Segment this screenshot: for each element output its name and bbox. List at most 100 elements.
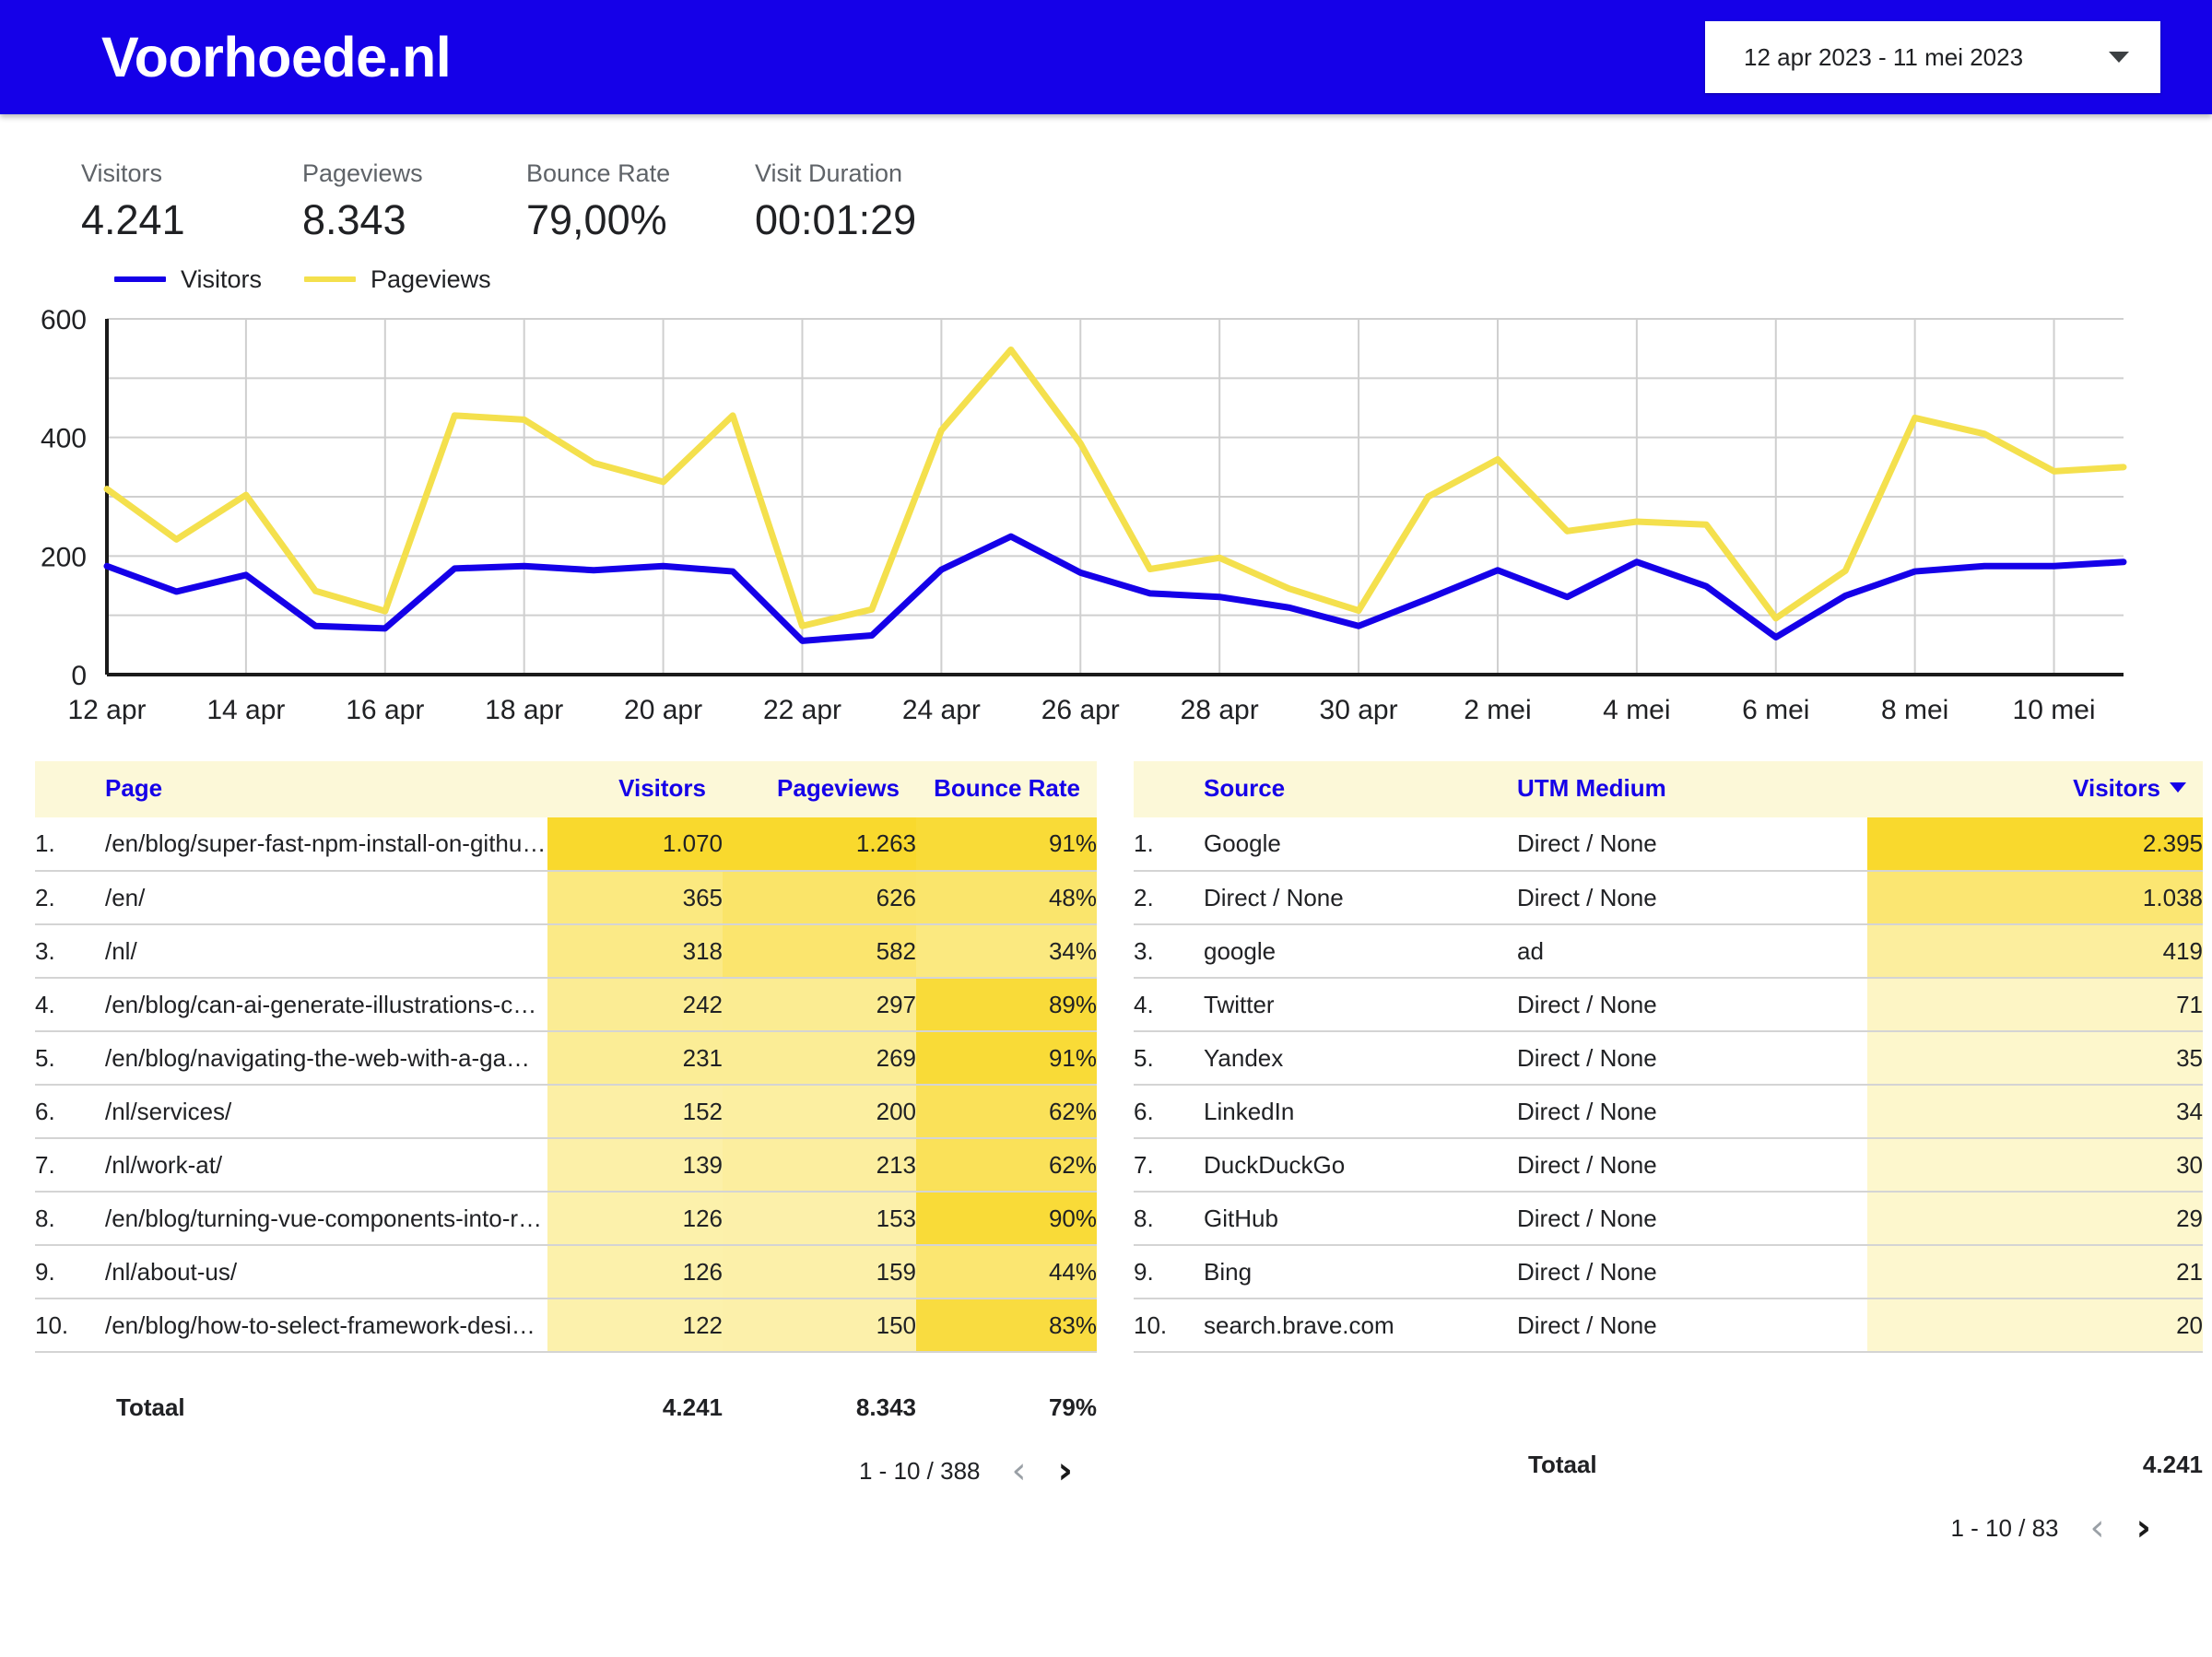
pages-total-label: Totaal	[116, 1393, 185, 1421]
chevron-down-icon	[2109, 52, 2129, 63]
table-row[interactable]: 8./en/blog/turning-vue-components-into-r…	[35, 1191, 1097, 1246]
pages-totals-row: Totaal 4.241 8.343 79%	[35, 1384, 1097, 1430]
table-row[interactable]: 3./nl/318 582 34%	[35, 923, 1097, 979]
row-page[interactable]: /nl/about-us/	[105, 1244, 547, 1299]
row-page[interactable]: /en/blog/navigating-the-web-with-a-game.…	[105, 1030, 547, 1086]
table-row[interactable]: 5. Yandex Direct / None 35	[1134, 1030, 2203, 1086]
row-visitors: 126	[547, 1191, 723, 1246]
y-axis-tick-label: 600	[41, 306, 87, 335]
row-bounce-rate: 62%	[916, 1084, 1097, 1139]
table-row[interactable]: 9. Bing Direct / None 21	[1134, 1244, 2203, 1299]
chevron-left-icon[interactable]: ‹	[1012, 1452, 1027, 1489]
sources-col-index	[1134, 761, 1204, 818]
row-source[interactable]: Yandex	[1204, 1030, 1517, 1086]
x-axis-tick-label: 2 mei	[1464, 695, 1531, 725]
scorecard-label: Visitors	[81, 159, 163, 187]
sources-col-source[interactable]: Source	[1204, 761, 1517, 818]
sources-col-visitors[interactable]: Visitors	[1867, 761, 2203, 818]
row-page[interactable]: /en/blog/can-ai-generate-illustrations-c…	[105, 977, 547, 1032]
chevron-right-icon[interactable]: ›	[1058, 1452, 1073, 1489]
y-axis-tick-label: 0	[71, 661, 87, 691]
scorecard-value: 8.343	[302, 195, 406, 243]
pages-col-bounce-rate[interactable]: Bounce Rate	[916, 761, 1097, 818]
legend-item-visitors[interactable]: Visitors	[114, 265, 262, 294]
reports-area: Page Visitors Pageviews Bounce Rate 1. /e…	[0, 761, 2212, 1546]
row-utm-medium: Direct / None	[1517, 977, 1867, 1032]
row-pageviews: 159	[723, 1244, 916, 1299]
x-axis-tick-label: 6 mei	[1742, 695, 1809, 725]
row-index: 3.	[1134, 923, 1204, 979]
row-visitors: 21	[1867, 1244, 2203, 1299]
row-bounce-rate: 91%	[916, 1030, 1097, 1086]
row-page[interactable]: /nl/services/	[105, 1084, 547, 1139]
table-row[interactable]: 2. Direct / None Direct / None 1.038	[1134, 870, 2203, 925]
x-axis-tick-label: 20 apr	[624, 695, 702, 725]
row-page[interactable]: /en/blog/how-to-select-framework-design.…	[105, 1298, 547, 1354]
row-page[interactable]: /nl/	[105, 923, 547, 979]
row-source[interactable]: google	[1204, 923, 1517, 979]
row-page[interactable]: /en/blog/super-fast-npm-install-on-githu…	[105, 817, 547, 871]
pages-col-visitors[interactable]: Visitors	[547, 761, 723, 818]
row-index: 4.	[35, 977, 105, 1032]
table-row[interactable]: 3. google ad 419	[1134, 923, 2203, 979]
x-axis-tick-label: 10 mei	[2013, 695, 2096, 725]
x-axis-tick-label: 24 apr	[902, 695, 981, 725]
row-bounce-rate: 83%	[916, 1298, 1097, 1354]
sort-descending-icon	[2170, 782, 2186, 793]
pages-pager-label: 1 - 10 / 388	[858, 1456, 981, 1485]
row-index: 10.	[1134, 1298, 1204, 1354]
table-row[interactable]: 6./nl/services/152 200 62%	[35, 1084, 1097, 1139]
x-axis-tick-label: 26 apr	[1041, 695, 1120, 725]
table-row[interactable]: 1. Google Direct / None 2.395	[1134, 817, 2203, 872]
sources-col-utm-medium[interactable]: UTM Medium	[1517, 761, 1867, 818]
row-source[interactable]: LinkedIn	[1204, 1084, 1517, 1139]
sources-total-visitors: 4.241	[2142, 1450, 2203, 1478]
table-row[interactable]: 10. search.brave.com Direct / None 20	[1134, 1298, 2203, 1354]
pages-col-page[interactable]: Page	[105, 761, 547, 818]
row-bounce-rate: 91%	[916, 817, 1097, 872]
row-source[interactable]: Bing	[1204, 1244, 1517, 1299]
row-index: 7.	[35, 1137, 105, 1193]
legend-item-pageviews[interactable]: Pageviews	[304, 265, 491, 294]
row-source[interactable]: search.brave.com	[1204, 1298, 1517, 1354]
table-row[interactable]: 7./nl/work-at/139 213 62%	[35, 1137, 1097, 1193]
chevron-right-icon[interactable]: ›	[2136, 1510, 2151, 1546]
row-visitors: 20	[1867, 1298, 2203, 1354]
row-source[interactable]: Direct / None	[1204, 870, 1517, 925]
row-bounce-rate: 90%	[916, 1191, 1097, 1246]
row-index: 1.	[35, 829, 55, 858]
row-index: 2.	[35, 870, 105, 925]
row-page[interactable]: /nl/work-at/	[105, 1137, 547, 1193]
table-row[interactable]: 4./en/blog/can-ai-generate-illustrations…	[35, 977, 1097, 1032]
pages-col-pageviews[interactable]: Pageviews	[723, 761, 916, 818]
pages-total-pageviews: 8.343	[855, 1393, 916, 1421]
row-page[interactable]: /en/	[105, 870, 547, 925]
x-axis-tick-label: 4 mei	[1603, 695, 1670, 725]
row-visitors: 318	[547, 923, 723, 979]
table-row[interactable]: 8. GitHub Direct / None 29	[1134, 1191, 2203, 1246]
row-source[interactable]: DuckDuckGo	[1204, 1137, 1517, 1193]
table-row[interactable]: 6. LinkedIn Direct / None 34	[1134, 1084, 2203, 1139]
table-row[interactable]: 1. /en/blog/super-fast-npm-install-on-git…	[35, 817, 1097, 872]
row-source[interactable]: Google	[1204, 817, 1517, 871]
table-row[interactable]: 5./en/blog/navigating-the-web-with-a-gam…	[35, 1030, 1097, 1086]
app-header: Voorhoede.nl 12 apr 2023 - 11 mei 2023	[0, 0, 2212, 114]
table-row[interactable]: 2./en/365 626 48%	[35, 870, 1097, 925]
chevron-left-icon[interactable]: ‹	[2090, 1510, 2105, 1546]
row-source[interactable]: Twitter	[1204, 977, 1517, 1032]
sources-table: Source UTM Medium Visitors 1. Google Direc…	[1134, 761, 2203, 1354]
sources-pager-label: 1 - 10 / 83	[1950, 1513, 2059, 1542]
date-range-picker[interactable]: 12 apr 2023 - 11 mei 2023	[1705, 21, 2160, 93]
table-row[interactable]: 7. DuckDuckGo Direct / None 30	[1134, 1137, 2203, 1193]
table-row[interactable]: 10./en/blog/how-to-select-framework-desi…	[35, 1298, 1097, 1354]
table-row[interactable]: 9./nl/about-us/126 159 44%	[35, 1244, 1097, 1299]
row-bounce-rate: 34%	[916, 923, 1097, 979]
chart-canvas: 0 200 400 600 12 apr 14 apr 16 apr 18 apr 20 apr…	[41, 306, 2127, 725]
row-source[interactable]: GitHub	[1204, 1191, 1517, 1246]
scorecard-visitors: Visitors 4.241	[81, 159, 302, 243]
row-visitors: 152	[547, 1084, 723, 1139]
row-page[interactable]: /en/blog/turning-vue-components-into-re.…	[105, 1191, 547, 1246]
row-index: 2.	[1134, 870, 1204, 925]
scorecard-row: Visitors 4.241 Pageviews 8.343 Bounce Ra…	[0, 114, 2212, 243]
table-row[interactable]: 4. Twitter Direct / None 71	[1134, 977, 2203, 1032]
